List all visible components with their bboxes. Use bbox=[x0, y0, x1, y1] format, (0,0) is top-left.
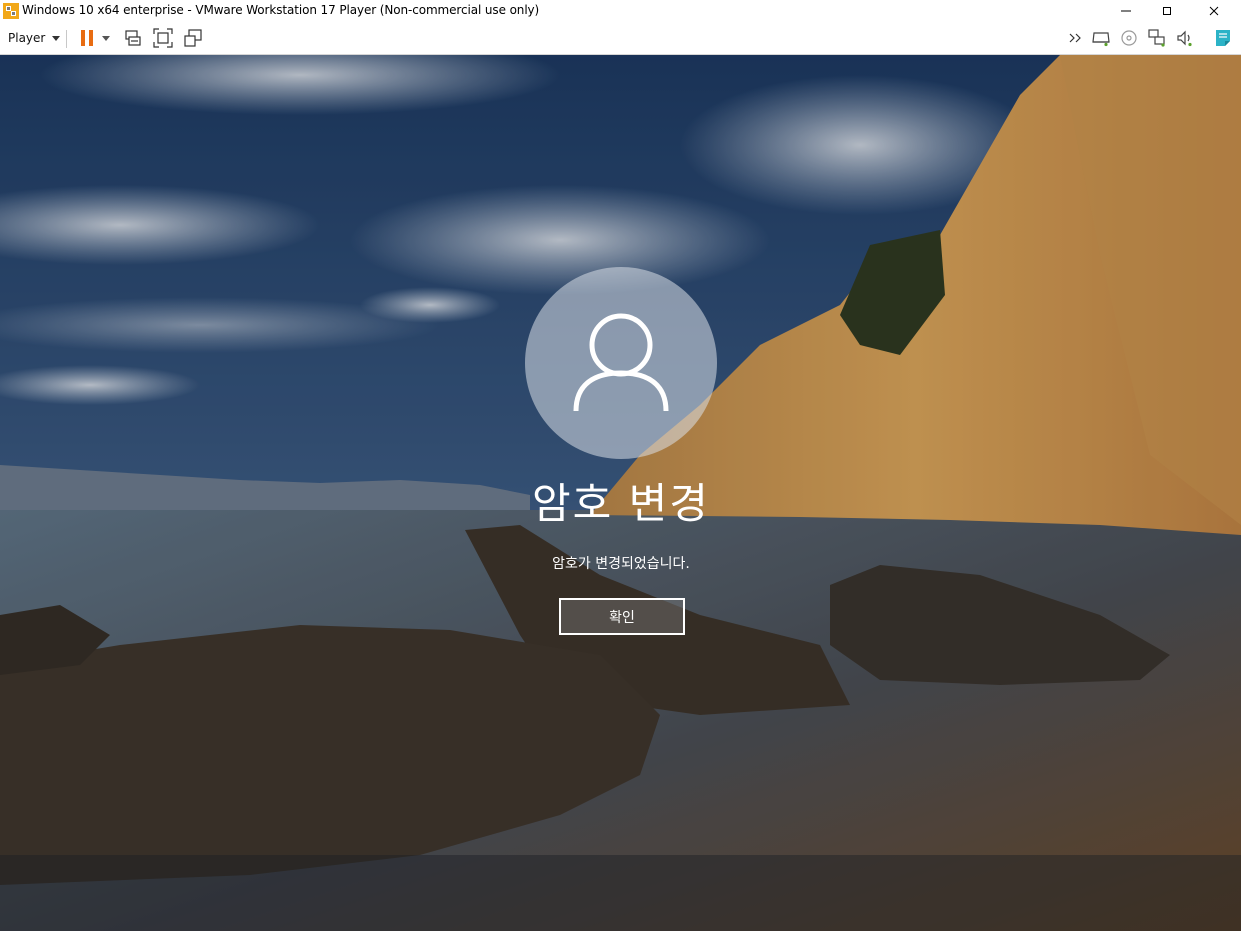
network-adapter-button[interactable] bbox=[1147, 28, 1167, 48]
unity-button[interactable] bbox=[183, 28, 203, 48]
chevron-down-icon bbox=[52, 36, 61, 41]
player-menu-button[interactable]: Player bbox=[3, 27, 65, 49]
close-icon bbox=[1209, 6, 1219, 16]
user-avatar bbox=[525, 267, 717, 459]
pause-icon bbox=[81, 30, 93, 46]
toolbar-divider bbox=[66, 30, 67, 48]
sound-button[interactable] bbox=[1175, 28, 1195, 48]
sound-icon bbox=[1177, 30, 1192, 47]
message-log-button[interactable] bbox=[1213, 28, 1233, 48]
close-button[interactable] bbox=[1191, 0, 1237, 22]
hard-disk-icon bbox=[1092, 32, 1110, 47]
hard-disk-button[interactable] bbox=[1091, 28, 1111, 48]
title-bar: Windows 10 x64 enterprise - VMware Works… bbox=[0, 0, 1241, 23]
more-devices-button[interactable] bbox=[1066, 28, 1086, 48]
page-title: 암호 변경 bbox=[532, 479, 710, 528]
minimize-icon bbox=[1121, 10, 1131, 12]
player-menu-label: Player bbox=[8, 31, 46, 45]
pause-button[interactable] bbox=[77, 28, 97, 48]
maximize-button[interactable] bbox=[1144, 0, 1190, 22]
dropdown-icon[interactable] bbox=[102, 36, 110, 41]
full-screen-button[interactable] bbox=[153, 28, 173, 48]
status-message: 암호가 변경되었습니다. bbox=[552, 556, 690, 572]
maximize-icon bbox=[1163, 7, 1171, 15]
send-ctrl-alt-del-icon bbox=[125, 30, 141, 46]
toolbar: Player bbox=[0, 22, 1241, 55]
send-ctrl-alt-del-button[interactable] bbox=[123, 28, 143, 48]
minimize-button[interactable] bbox=[1103, 0, 1149, 22]
window-title: Windows 10 x64 enterprise - VMware Works… bbox=[22, 3, 540, 17]
cd-dvd-button[interactable] bbox=[1119, 28, 1139, 48]
vmware-player-icon bbox=[3, 3, 19, 19]
chevron-right-double-icon bbox=[1069, 33, 1081, 43]
user-icon bbox=[573, 313, 669, 412]
message-log-icon bbox=[1216, 30, 1230, 46]
full-screen-icon bbox=[153, 28, 173, 48]
unity-icon bbox=[184, 29, 202, 47]
vm-screen[interactable]: 암호 변경 암호가 변경되었습니다. 확인 bbox=[0, 55, 1241, 931]
ok-button[interactable]: 확인 bbox=[559, 598, 685, 635]
network-adapter-icon bbox=[1148, 29, 1165, 47]
cd-dvd-icon bbox=[1121, 30, 1137, 46]
